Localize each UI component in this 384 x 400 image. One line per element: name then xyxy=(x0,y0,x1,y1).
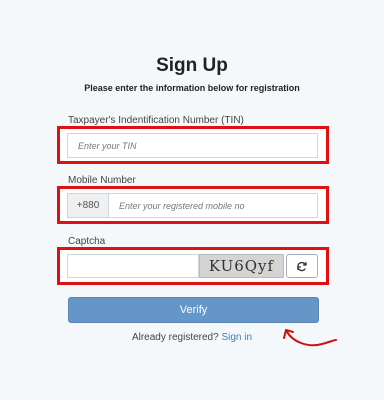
captcha-image: KU6Qyf xyxy=(199,254,284,278)
captcha-refresh-button[interactable] xyxy=(286,254,318,278)
country-code-prefix: +880 xyxy=(67,193,109,218)
mobile-input[interactable]: Enter your registered mobile no xyxy=(108,193,318,218)
already-registered-label: Already registered? xyxy=(131,332,219,343)
annotation-arrow-icon xyxy=(283,329,337,347)
tin-input[interactable]: Enter your TIN xyxy=(67,133,318,158)
page-title: Sign Up xyxy=(156,55,228,76)
refresh-icon xyxy=(297,261,307,272)
sign-in-link[interactable]: Sign in xyxy=(221,332,252,343)
captcha-input[interactable] xyxy=(67,254,199,278)
tin-label: Taxpayer's Indentification Number (TIN) xyxy=(68,115,244,126)
captcha-label: Captcha xyxy=(68,236,106,247)
mobile-label: Mobile Number xyxy=(68,175,136,186)
page-subtitle: Please enter the information below for r… xyxy=(84,83,300,93)
